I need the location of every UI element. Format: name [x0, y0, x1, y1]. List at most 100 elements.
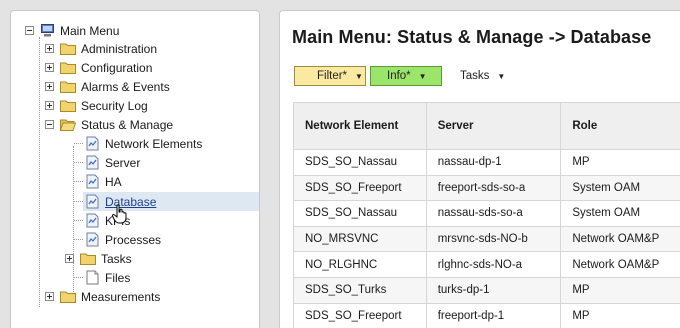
- status-page-icon: [86, 155, 99, 170]
- cell-server: rlghnc-sds-NO-a: [425, 251, 562, 278]
- collapse-icon[interactable]: [45, 120, 54, 129]
- tree-item-label: Server: [105, 155, 141, 170]
- table-row[interactable]: SDS_SO_Nassau nassau-sds-so-a System OAM: [293, 200, 680, 227]
- cell-server: freeport-sds-so-a: [425, 174, 562, 202]
- cell-role: System OAM: [560, 200, 680, 227]
- cell-server: turks-dp-1: [425, 276, 562, 304]
- tree-item-administration[interactable]: Administration: [45, 39, 157, 58]
- tree-root-label: Main Menu: [60, 23, 120, 38]
- tree-item-label: Status & Manage: [81, 117, 174, 132]
- chevron-down-icon: ▼: [497, 71, 506, 81]
- table-header-row: Network Element Server Role: [293, 102, 680, 150]
- open-folder-icon: [60, 119, 76, 131]
- table-row[interactable]: SDS_SO_Freeport freeport-dp-1 MP: [293, 302, 680, 328]
- chevron-down-icon: ▼: [418, 71, 427, 81]
- tree-guide-line: [74, 201, 83, 202]
- tree-guide-line: [73, 146, 74, 296]
- folder-icon: [60, 43, 76, 55]
- cell-role: MP: [560, 302, 680, 328]
- cell-network-element: SDS_SO_Nassau: [293, 200, 427, 227]
- tree-item-files[interactable]: Files: [85, 268, 130, 287]
- column-header-network-element[interactable]: Network Element: [293, 102, 427, 150]
- cell-network-element: SDS_SO_Freeport: [293, 174, 427, 202]
- tree-guide-line: [74, 277, 83, 278]
- content-panel: Main Menu: Status & Manage -> Database F…: [279, 10, 680, 328]
- info-button[interactable]: Info* ▼: [370, 66, 442, 86]
- expand-icon[interactable]: [45, 82, 54, 91]
- tree-item-label: Processes: [105, 232, 162, 247]
- tasks-label: Tasks: [460, 70, 490, 82]
- tree-item-network-elements[interactable]: Network Elements: [85, 134, 202, 153]
- tree-item-ha[interactable]: HA: [85, 172, 122, 191]
- expand-icon[interactable]: [45, 44, 54, 53]
- cell-role: MP: [560, 149, 680, 176]
- tree-item-label: Network Elements: [105, 136, 203, 151]
- tasks-button[interactable]: Tasks ▼: [446, 66, 511, 86]
- status-page-icon: [86, 136, 99, 151]
- tree-guide-line: [74, 181, 83, 182]
- tree-item-label: Measurements: [81, 289, 161, 304]
- tree-item-label: Tasks: [101, 251, 132, 266]
- folder-icon: [60, 81, 76, 93]
- folder-icon: [60, 62, 76, 74]
- database-status-table: Network Element Server Role SDS_SO_Nassa…: [293, 102, 680, 328]
- tree-item-label: Administration: [81, 41, 158, 56]
- tree-item-label: Files: [105, 270, 131, 285]
- toolbar: Filter* ▼ Info* ▼ Tasks ▼: [294, 66, 515, 86]
- cell-network-element: SDS_SO_Freeport: [293, 302, 427, 328]
- table-row[interactable]: NO_MRSVNC mrsvnc-sds-NO-b Network OAM&P: [293, 225, 680, 253]
- page-title: Main Menu: Status & Manage -> Database: [292, 27, 652, 47]
- tree-guide-line: [74, 162, 83, 163]
- tree-guide-line: [74, 143, 83, 144]
- tree-item-security-log[interactable]: Security Log: [45, 96, 148, 115]
- tree-guide-line: [74, 239, 83, 240]
- tree-item-alarms-events[interactable]: Alarms & Events: [45, 77, 170, 96]
- chevron-down-icon: ▼: [355, 71, 363, 81]
- table-row[interactable]: SDS_SO_Turks turks-dp-1 MP: [293, 276, 680, 304]
- tree-item-label: Security Log: [81, 98, 148, 113]
- status-page-icon: [86, 232, 99, 247]
- tree-root-main-menu[interactable]: Main Menu: [25, 21, 119, 40]
- navigation-tree: Main Menu Administration Configuration A…: [10, 10, 260, 328]
- expand-icon[interactable]: [45, 101, 54, 110]
- collapse-icon[interactable]: [25, 26, 34, 35]
- cell-role: Network OAM&P: [560, 225, 680, 253]
- table-row[interactable]: SDS_SO_Freeport freeport-sds-so-a System…: [293, 174, 680, 202]
- tree-guide-line: [74, 220, 83, 221]
- cell-server: nassau-sds-so-a: [425, 200, 562, 227]
- table-row[interactable]: SDS_SO_Nassau nassau-dp-1 MP: [293, 149, 680, 176]
- tree-item-label: HA: [105, 174, 122, 189]
- cell-server: freeport-dp-1: [425, 302, 562, 328]
- tree-item-tasks[interactable]: Tasks: [65, 249, 132, 268]
- tree-guide-line: [39, 37, 40, 307]
- folder-icon: [60, 291, 76, 303]
- expand-icon[interactable]: [45, 63, 54, 72]
- cell-server: nassau-dp-1: [425, 149, 562, 176]
- cell-role: MP: [560, 276, 680, 304]
- tree-item-configuration[interactable]: Configuration: [45, 58, 152, 77]
- expand-icon[interactable]: [45, 292, 54, 301]
- filter-label: Filter*: [317, 70, 348, 82]
- filter-button[interactable]: Filter* ▼: [294, 66, 366, 86]
- hand-cursor-icon: [111, 204, 127, 224]
- tree-item-status-manage[interactable]: Status & Manage: [45, 115, 173, 134]
- column-header-role[interactable]: Role: [560, 102, 680, 150]
- status-page-icon: [86, 174, 99, 189]
- column-header-server[interactable]: Server: [425, 102, 562, 150]
- tree-item-database[interactable]: Database: [83, 192, 259, 211]
- expand-icon[interactable]: [65, 254, 74, 263]
- cell-network-element: SDS_SO_Turks: [293, 276, 427, 304]
- cell-role: Network OAM&P: [560, 251, 680, 278]
- status-page-icon: [86, 213, 99, 228]
- tree-item-label: Configuration: [81, 60, 153, 75]
- tree-item-processes[interactable]: Processes: [85, 230, 161, 249]
- file-icon: [86, 270, 99, 285]
- tree-item-label: Alarms & Events: [81, 79, 170, 94]
- computer-icon: [41, 24, 54, 37]
- tree-item-measurements[interactable]: Measurements: [45, 287, 160, 306]
- table-row[interactable]: NO_RLGHNC rlghnc-sds-NO-a Network OAM&P: [293, 251, 680, 278]
- cell-network-element: SDS_SO_Nassau: [293, 149, 427, 176]
- info-label: Info*: [387, 70, 411, 82]
- folder-icon: [60, 100, 76, 112]
- tree-item-server[interactable]: Server: [85, 153, 140, 172]
